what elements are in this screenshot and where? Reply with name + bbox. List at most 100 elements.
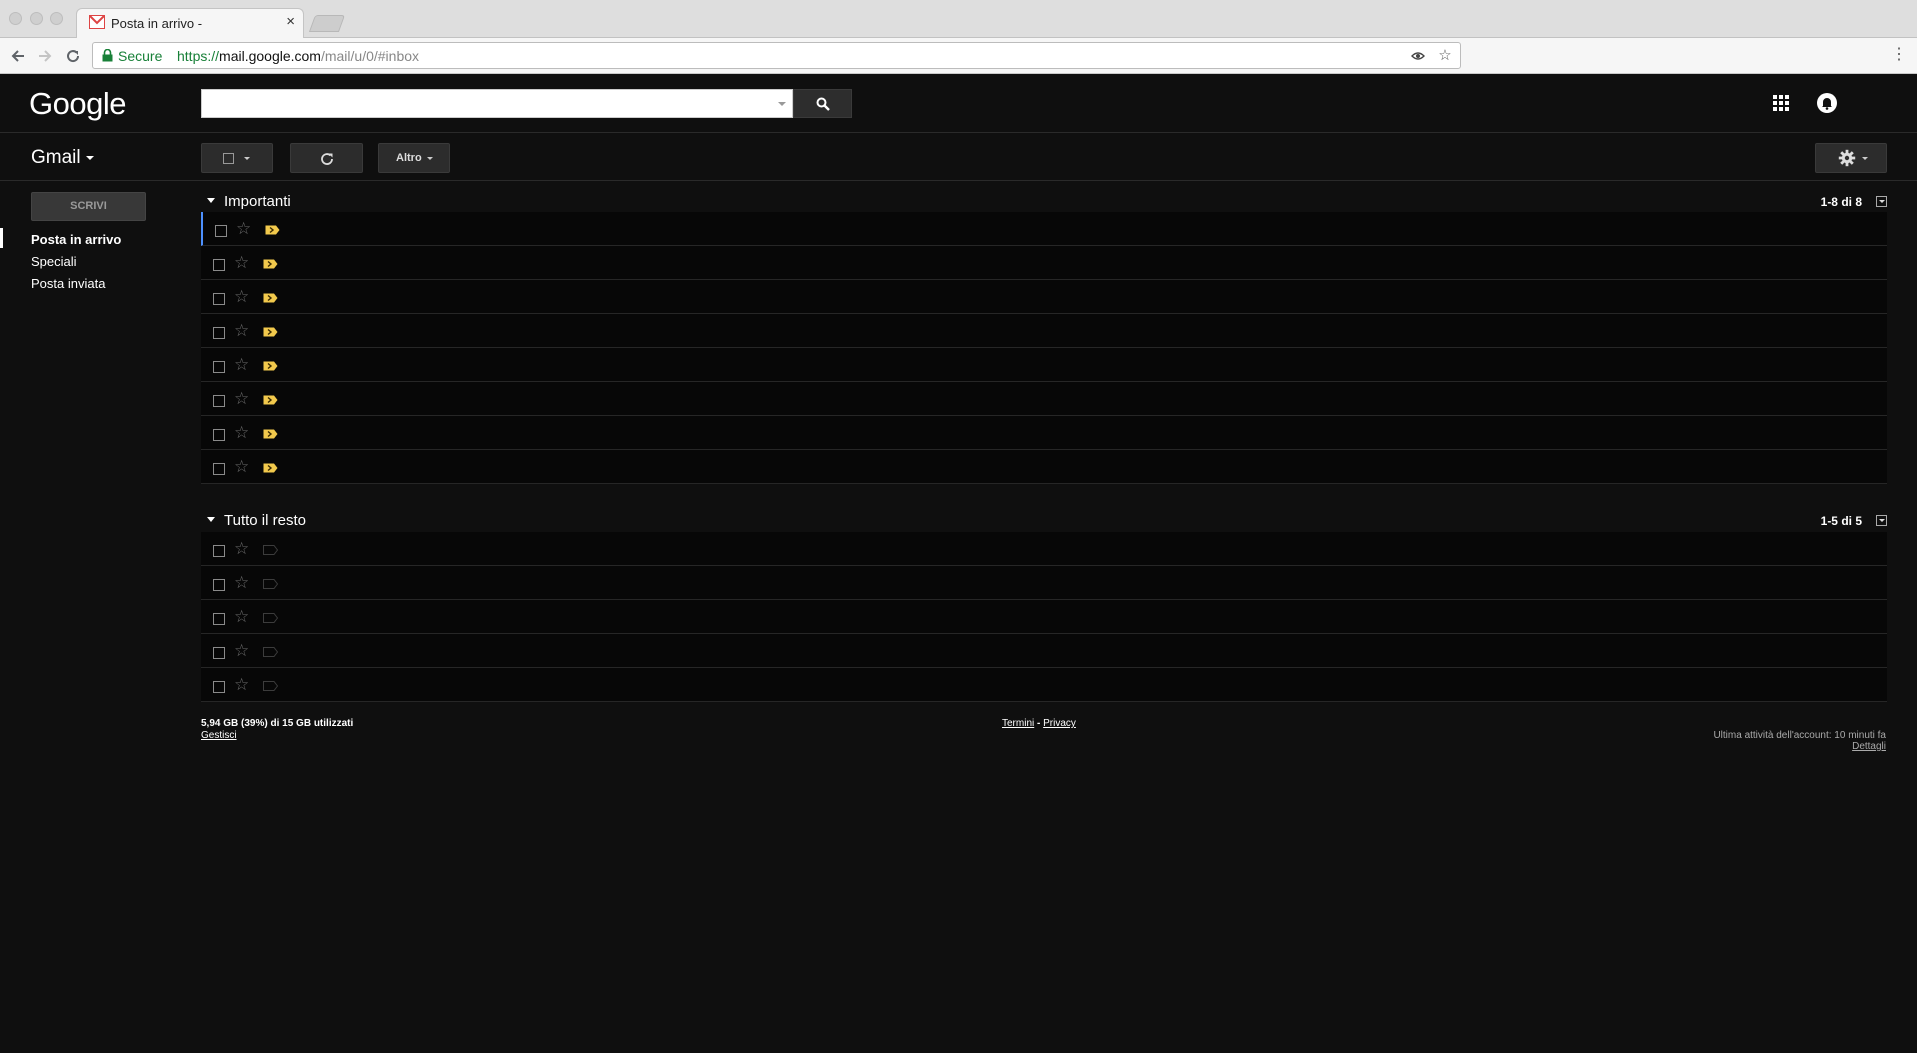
forward-arrow-icon[interactable] bbox=[35, 46, 55, 66]
settings-chevron-down-icon bbox=[1862, 157, 1868, 160]
row-checkbox[interactable] bbox=[213, 395, 225, 407]
privacy-eye-icon[interactable] bbox=[1409, 47, 1427, 65]
row-checkbox[interactable] bbox=[213, 545, 225, 557]
mail-row[interactable]: ☆ bbox=[201, 532, 1887, 566]
importance-marker-icon[interactable] bbox=[263, 395, 278, 405]
importance-marker-icon[interactable] bbox=[263, 463, 278, 473]
star-icon[interactable]: ☆ bbox=[234, 253, 249, 273]
section-options-chevron-icon[interactable] bbox=[1876, 196, 1887, 207]
mail-row[interactable]: ☆ bbox=[201, 280, 1887, 314]
star-icon[interactable]: ☆ bbox=[234, 423, 249, 443]
mail-row[interactable]: ☆ bbox=[201, 566, 1887, 600]
activity-details-link[interactable]: Dettagli bbox=[1713, 741, 1886, 752]
apps-grid-icon[interactable] bbox=[1773, 95, 1789, 111]
row-checkbox[interactable] bbox=[213, 327, 225, 339]
notifications-bell-icon[interactable] bbox=[1817, 93, 1837, 113]
row-checkbox[interactable] bbox=[213, 647, 225, 659]
mail-row[interactable]: ☆ bbox=[201, 246, 1887, 280]
row-checkbox[interactable] bbox=[213, 613, 225, 625]
search-button[interactable] bbox=[793, 89, 852, 118]
url-text: https://mail.google.com/mail/u/0/#inbox bbox=[177, 48, 420, 64]
mail-row[interactable]: ☆ bbox=[201, 450, 1887, 484]
importance-marker-icon[interactable] bbox=[265, 225, 280, 235]
address-bar[interactable]: Secure https://mail.google.com/mail/u/0/… bbox=[92, 42, 1461, 69]
search-options-chevron-icon[interactable] bbox=[778, 102, 786, 106]
star-icon[interactable]: ☆ bbox=[234, 355, 249, 375]
gmail-app-switcher[interactable]: Gmail bbox=[31, 147, 81, 169]
importance-marker-icon[interactable] bbox=[263, 327, 278, 337]
sidebar-item-sent[interactable]: Posta inviata bbox=[31, 276, 105, 291]
window-zoom-control[interactable] bbox=[50, 12, 63, 25]
star-icon[interactable]: ☆ bbox=[236, 219, 251, 239]
star-icon[interactable]: ☆ bbox=[234, 607, 249, 627]
mail-row[interactable]: ☆ bbox=[201, 314, 1887, 348]
row-checkbox[interactable] bbox=[213, 429, 225, 441]
section-options-chevron-icon[interactable] bbox=[1876, 515, 1887, 526]
google-logo[interactable]: Google bbox=[29, 86, 126, 122]
active-folder-marker bbox=[0, 228, 3, 248]
row-checkbox[interactable] bbox=[215, 225, 227, 237]
importance-marker-icon[interactable] bbox=[263, 259, 278, 269]
refresh-button[interactable] bbox=[290, 143, 363, 173]
reload-icon[interactable] bbox=[63, 46, 83, 66]
row-checkbox[interactable] bbox=[213, 579, 225, 591]
mail-row[interactable]: ☆ bbox=[201, 634, 1887, 668]
footer-separator: - bbox=[1034, 718, 1044, 729]
section-title[interactable]: Importanti bbox=[224, 193, 291, 210]
privacy-link[interactable]: Privacy bbox=[1043, 718, 1076, 729]
back-arrow-icon[interactable] bbox=[8, 46, 28, 66]
row-checkbox[interactable] bbox=[213, 681, 225, 693]
star-icon[interactable]: ☆ bbox=[234, 287, 249, 307]
gmail-action-bar: Gmail Altro bbox=[0, 134, 1917, 181]
importance-marker-icon[interactable] bbox=[263, 361, 278, 371]
mail-row[interactable]: ☆ bbox=[201, 416, 1887, 450]
row-checkbox[interactable] bbox=[213, 293, 225, 305]
star-icon[interactable]: ☆ bbox=[234, 573, 249, 593]
importance-marker-icon[interactable] bbox=[263, 579, 278, 589]
star-icon[interactable]: ☆ bbox=[234, 675, 249, 695]
select-checkbox-button[interactable] bbox=[201, 143, 273, 173]
browser-menu-icon[interactable]: ⋮ bbox=[1891, 46, 1907, 64]
star-icon[interactable]: ☆ bbox=[234, 389, 249, 409]
importance-marker-icon[interactable] bbox=[263, 647, 278, 657]
mail-row[interactable]: ☆ bbox=[201, 212, 1887, 246]
star-icon[interactable]: ☆ bbox=[234, 321, 249, 341]
section-collapse-triangle-icon[interactable] bbox=[207, 517, 215, 522]
row-checkbox[interactable] bbox=[213, 361, 225, 373]
search-icon bbox=[816, 97, 830, 111]
sidebar-item-starred[interactable]: Speciali bbox=[31, 254, 77, 269]
section-collapse-triangle-icon[interactable] bbox=[207, 198, 215, 203]
importance-marker-icon[interactable] bbox=[263, 613, 278, 623]
mail-row[interactable]: ☆ bbox=[201, 668, 1887, 702]
mail-row[interactable]: ☆ bbox=[201, 600, 1887, 634]
tab-close-icon[interactable]: × bbox=[286, 14, 295, 30]
mail-row[interactable]: ☆ bbox=[201, 348, 1887, 382]
compose-button[interactable]: SCRIVI bbox=[31, 192, 146, 221]
window-minimize-control[interactable] bbox=[30, 12, 43, 25]
search-input[interactable] bbox=[201, 89, 793, 118]
browser-tab-active[interactable]: Posta in arrivo - × bbox=[76, 8, 304, 39]
importance-marker-icon[interactable] bbox=[263, 429, 278, 439]
importance-marker-icon[interactable] bbox=[263, 681, 278, 691]
bookmark-star-icon[interactable]: ☆ bbox=[1436, 47, 1454, 65]
star-icon[interactable]: ☆ bbox=[234, 641, 249, 661]
more-actions-button[interactable]: Altro bbox=[378, 143, 450, 173]
settings-button[interactable] bbox=[1815, 143, 1887, 173]
mail-row[interactable]: ☆ bbox=[201, 382, 1887, 416]
row-checkbox[interactable] bbox=[213, 463, 225, 475]
new-tab-button[interactable] bbox=[308, 15, 346, 32]
star-icon[interactable]: ☆ bbox=[234, 539, 249, 559]
terms-link[interactable]: Termini bbox=[1002, 718, 1034, 729]
section-title[interactable]: Tutto il resto bbox=[224, 512, 306, 529]
last-activity-text: Ultima attività dell'account: 10 minuti … bbox=[1713, 730, 1886, 741]
browser-tab-bar: Posta in arrivo - × bbox=[0, 0, 1917, 39]
importance-marker-icon[interactable] bbox=[263, 293, 278, 303]
row-checkbox[interactable] bbox=[213, 259, 225, 271]
window-close-control[interactable] bbox=[9, 12, 22, 25]
sidebar-item-inbox[interactable]: Posta in arrivo bbox=[31, 232, 121, 247]
importance-marker-icon[interactable] bbox=[263, 545, 278, 555]
app-switcher-chevron-down-icon[interactable] bbox=[86, 156, 94, 160]
manage-storage-link[interactable]: Gestisci bbox=[201, 730, 353, 741]
star-icon[interactable]: ☆ bbox=[234, 457, 249, 477]
secure-label: Secure bbox=[118, 48, 163, 64]
